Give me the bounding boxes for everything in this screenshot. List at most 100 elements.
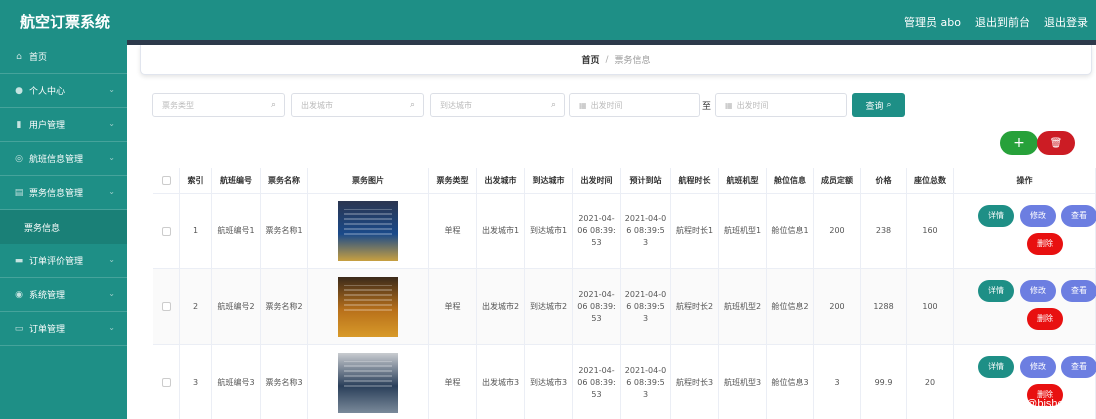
sidebar-item-6[interactable]: ◉ 系统管理 ⌄ <box>0 278 127 312</box>
delete-button[interactable]: 删除 <box>1027 233 1063 255</box>
search-icon: ⌕ <box>409 100 415 110</box>
ticket-type-cell: 单程 <box>429 269 477 345</box>
sidebar-item-0[interactable]: ⌂ 首页 <box>0 40 127 74</box>
depart-end-input[interactable]: ▦ 出发时间 <box>715 93 847 117</box>
depart-time-cell: 2021-04-06 08:39:53 <box>573 345 621 419</box>
sidebar: ⌂ 首页 ● 个人中心 ⌄ ▮ 用户管理 ⌄ ◎ 航班信息管理 ⌄ ▤ 票务信息管理 ⌄ ▬ 订单评价管理 ⌄ ◉… <box>0 40 127 419</box>
ticket-name-cell: 票务名称3 <box>261 345 308 419</box>
ticket-image-cell <box>308 194 429 269</box>
date-range-separator: 至 <box>702 102 712 112</box>
departure-board-graphic <box>344 360 392 387</box>
chevron-down-icon: ⌄ <box>108 187 115 196</box>
delete-button[interactable]: 删除 <box>1027 308 1063 330</box>
logout-link[interactable]: 退出登录 <box>1044 14 1088 30</box>
arrival-time-cell: 2021-04-06 08:39:53 <box>621 269 671 345</box>
row-checkbox[interactable] <box>153 345 180 419</box>
ticket-image-cell <box>308 345 429 419</box>
ticket-type-cell: 单程 <box>429 194 477 269</box>
top-right-links: 管理员 abo 退出到前台 退出登录 <box>904 14 1088 30</box>
depart-start-placeholder: 出发时间 <box>590 100 623 110</box>
to-city-cell: 到达城市2 <box>525 269 573 345</box>
cabin-header: 舱位信息 <box>767 168 814 194</box>
index-cell: 3 <box>180 345 212 419</box>
search-icon: ⌕ <box>550 100 556 110</box>
ticket-image-header: 票务图片 <box>308 168 429 194</box>
sidebar-item-3[interactable]: ◎ 航班信息管理 ⌄ <box>0 142 127 176</box>
duration-cell: 航程时长1 <box>671 194 719 269</box>
ticket-type-header: 票务类型 <box>429 168 477 194</box>
depart-time-cell: 2021-04-06 08:39:53 <box>573 269 621 345</box>
index-cell: 1 <box>180 194 212 269</box>
detail-button[interactable]: 详情 <box>978 205 1014 227</box>
from-city-placeholder: 出发城市 <box>301 100 333 110</box>
sidebar-item-2[interactable]: ▮ 用户管理 ⌄ <box>0 108 127 142</box>
row-checkbox-box[interactable] <box>161 378 171 387</box>
price-cell: 1288 <box>861 269 907 345</box>
price-header: 价格 <box>861 168 907 194</box>
breadcrumb-home[interactable]: 首页 <box>581 53 599 66</box>
breadcrumb-separator: / <box>605 54 609 65</box>
home-icon: ⌂ <box>16 51 22 62</box>
app-title: 航空订票系统 <box>20 13 111 31</box>
sidebar-item-label: 票务信息管理 <box>29 189 84 199</box>
ticket-name-header: 票务名称 <box>261 168 308 194</box>
to-city-cell: 到达城市1 <box>525 194 573 269</box>
operation-cell[interactable]: 详情 修改 查看删除 <box>954 194 1096 269</box>
sidebar-subitem-ticket-info[interactable]: 票务信息 <box>0 210 127 244</box>
query-button[interactable]: 查询 ⌕ <box>852 93 905 117</box>
ticket-icon: ▤ <box>14 187 24 198</box>
departure-board-graphic <box>344 209 392 235</box>
edit-button[interactable]: 修改 <box>1020 356 1056 378</box>
select-all-header <box>153 168 180 194</box>
select-all-checkbox[interactable] <box>161 176 171 185</box>
edit-button[interactable]: 修改 <box>1020 205 1056 227</box>
sidebar-item-label: 个人中心 <box>29 87 66 97</box>
arrival-time-header: 预计到站 <box>621 168 671 194</box>
from-city-cell: 出发城市3 <box>477 345 525 419</box>
price-cell: 99.9 <box>861 345 907 419</box>
cabin-cell: 舱位信息3 <box>767 345 814 419</box>
view-button[interactable]: 查看 <box>1061 356 1096 378</box>
calendar-icon: ▦ <box>579 100 587 110</box>
duration-cell: 航程时长2 <box>671 269 719 345</box>
ticket-type-input[interactable]: 票务类型 ⌕ <box>152 93 285 117</box>
search-icon: ⌕ <box>270 100 276 110</box>
row-checkbox[interactable] <box>153 194 180 269</box>
flight-no-cell: 航班编号3 <box>212 345 261 419</box>
user-icon: ● <box>15 85 23 96</box>
detail-button[interactable]: 详情 <box>978 356 1014 378</box>
add-button[interactable]: + <box>1000 131 1038 155</box>
to-city-placeholder: 到达城市 <box>440 100 472 110</box>
trash-icon: 🗑 <box>1049 137 1063 149</box>
depart-start-input[interactable]: ▦ 出发时间 <box>569 93 700 117</box>
depart-end-placeholder: 出发时间 <box>736 100 769 110</box>
aircraft-cell: 航班机型2 <box>719 269 767 345</box>
quota-header: 成员定额 <box>814 168 861 194</box>
duration-cell: 航程时长3 <box>671 345 719 419</box>
aircraft-cell: 航班机型3 <box>719 345 767 419</box>
batch-delete-button[interactable]: 🗑 <box>1037 131 1075 155</box>
from-city-input[interactable]: 出发城市 ⌕ <box>291 93 424 117</box>
aircraft-header: 航班机型 <box>719 168 767 194</box>
calendar-icon: ▦ <box>725 100 733 110</box>
view-button[interactable]: 查看 <box>1061 280 1096 302</box>
detail-button[interactable]: 详情 <box>978 280 1014 302</box>
row-checkbox-box[interactable] <box>161 302 171 311</box>
sidebar-item-4[interactable]: ▤ 票务信息管理 ⌄ <box>0 176 127 210</box>
current-user-label: 管理员 abo <box>904 16 961 29</box>
row-checkbox[interactable] <box>153 269 180 345</box>
sidebar-item-label: 首页 <box>29 53 48 63</box>
view-button[interactable]: 查看 <box>1061 205 1096 227</box>
index-cell: 2 <box>180 269 212 345</box>
quota-cell: 200 <box>814 194 861 269</box>
edit-button[interactable]: 修改 <box>1020 280 1056 302</box>
to-city-input[interactable]: 到达城市 ⌕ <box>430 93 565 117</box>
chevron-down-icon: ⌄ <box>108 119 115 128</box>
sidebar-item-7[interactable]: ▭ 订单管理 ⌄ <box>0 312 127 346</box>
aircraft-cell: 航班机型1 <box>719 194 767 269</box>
sidebar-item-5[interactable]: ▬ 订单评价管理 ⌄ <box>0 244 127 278</box>
sidebar-item-1[interactable]: ● 个人中心 ⌄ <box>0 74 127 108</box>
back-to-front-link[interactable]: 退出到前台 <box>975 14 1030 30</box>
operation-cell[interactable]: 详情 修改 查看删除 <box>954 269 1096 345</box>
row-checkbox-box[interactable] <box>161 226 171 236</box>
